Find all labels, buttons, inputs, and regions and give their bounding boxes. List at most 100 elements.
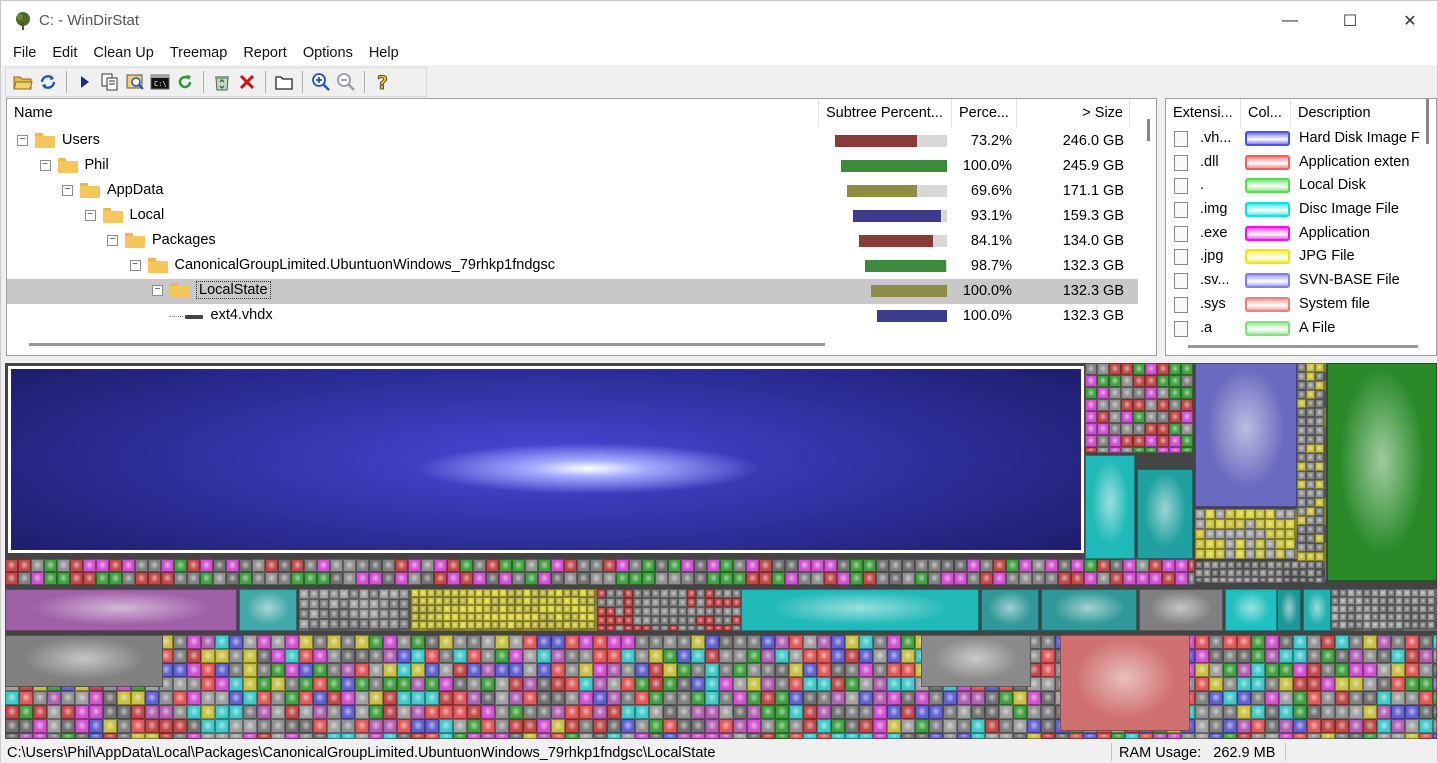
extension-row[interactable]: .jpg JPG File: [1166, 245, 1436, 269]
treemap-tile[interactable]: [669, 625, 678, 631]
treemap-tile[interactable]: [467, 663, 481, 677]
treemap-tile[interactable]: [579, 677, 593, 691]
treemap-tile[interactable]: [677, 649, 691, 663]
treemap-tile[interactable]: [135, 559, 148, 572]
treemap-tile[interactable]: [747, 691, 761, 705]
treemap-tile[interactable]: [607, 663, 621, 677]
treemap-tile[interactable]: [1027, 719, 1041, 733]
treemap-tile[interactable]: [1195, 569, 1203, 577]
treemap-tile[interactable]: [1223, 635, 1237, 649]
treemap-tile[interactable]: [1299, 561, 1307, 569]
treemap-tile[interactable]: [1297, 507, 1306, 516]
treemap-tile[interactable]: [239, 589, 297, 631]
treemap-tile[interactable]: [1363, 663, 1377, 677]
treemap-tile[interactable]: [1411, 597, 1419, 605]
treemap-tile[interactable]: [1324, 381, 1326, 390]
treemap-tile[interactable]: [531, 613, 539, 621]
treemap-tile[interactable]: [999, 733, 1013, 739]
treemap-tile[interactable]: [817, 691, 831, 705]
treemap-tile[interactable]: [531, 605, 539, 613]
treemap-tile[interactable]: [705, 705, 719, 719]
treemap-tile[interactable]: [1306, 381, 1315, 390]
treemap-tile[interactable]: [775, 733, 789, 739]
treemap-tile[interactable]: [509, 719, 523, 733]
treemap-tile[interactable]: [593, 719, 607, 733]
treemap-tile[interactable]: [733, 649, 747, 663]
treemap-tile[interactable]: [1097, 559, 1110, 572]
treemap-tile[interactable]: [587, 621, 595, 629]
treemap-tile[interactable]: [201, 719, 215, 733]
treemap-tile[interactable]: [1395, 605, 1403, 613]
treemap-tile[interactable]: [663, 691, 677, 705]
treemap-tile[interactable]: [304, 572, 317, 585]
treemap-tile[interactable]: [213, 559, 226, 572]
treemap-tile[interactable]: [1085, 375, 1097, 387]
treemap-tile[interactable]: [705, 733, 719, 739]
treemap-tile[interactable]: [761, 691, 775, 705]
treemap-tile[interactable]: [1387, 613, 1395, 621]
treemap-tile[interactable]: [1157, 411, 1169, 423]
treemap-tile[interactable]: [681, 572, 694, 585]
treemap-tile[interactable]: [642, 625, 651, 631]
treemap-tile[interactable]: [993, 572, 1006, 585]
treemap-tile[interactable]: [1387, 629, 1395, 631]
treemap-tile[interactable]: [785, 572, 798, 585]
treemap-tile[interactable]: [1433, 663, 1437, 677]
treemap-tile[interactable]: [313, 663, 327, 677]
treemap-tile[interactable]: [859, 733, 873, 739]
treemap-tile[interactable]: [714, 589, 723, 598]
treemap-tile[interactable]: [411, 629, 419, 631]
treemap-tile[interactable]: [408, 559, 421, 572]
treemap-tile[interactable]: [5, 589, 237, 631]
treemap-tile[interactable]: [1195, 663, 1209, 677]
treemap-tile[interactable]: [1297, 462, 1306, 471]
treemap-tile[interactable]: [215, 663, 229, 677]
treemap-tile[interactable]: [691, 733, 705, 739]
properties-icon[interactable]: [273, 71, 295, 93]
treemap-tile[interactable]: [1315, 561, 1323, 569]
treemap-tile[interactable]: [1315, 426, 1324, 435]
treemap-tile[interactable]: [1297, 543, 1306, 552]
treemap-tile[interactable]: [299, 589, 309, 599]
treemap-tile[interactable]: [453, 663, 467, 677]
treemap-tile[interactable]: [1133, 387, 1145, 399]
treemap-tile[interactable]: [1027, 691, 1041, 705]
treemap-tile[interactable]: [1097, 435, 1109, 447]
treemap-tile[interactable]: [775, 719, 789, 733]
treemap-tile[interactable]: [921, 635, 1031, 687]
treemap-tile[interactable]: [1195, 677, 1209, 691]
treemap-tile[interactable]: [1395, 589, 1403, 597]
treemap-tile[interactable]: [1071, 559, 1084, 572]
treemap-tile[interactable]: [1111, 733, 1125, 739]
treemap-tile[interactable]: [499, 597, 507, 605]
treemap-tile[interactable]: [635, 733, 649, 739]
treemap-tile[interactable]: [330, 572, 343, 585]
treemap-tile[interactable]: [257, 705, 271, 719]
treemap-tile[interactable]: [1145, 387, 1157, 399]
treemap-tile[interactable]: [1255, 539, 1265, 549]
treemap-tile[interactable]: [1145, 423, 1157, 435]
treemap-tile[interactable]: [1324, 435, 1326, 444]
treemap-tile[interactable]: [954, 559, 967, 572]
treemap-tile[interactable]: [453, 733, 467, 739]
treemap-tile[interactable]: [1379, 613, 1387, 621]
treemap-tile[interactable]: [967, 572, 980, 585]
treemap-tile[interactable]: [215, 719, 229, 733]
treemap-tile[interactable]: [1419, 649, 1433, 663]
treemap-tile[interactable]: [733, 677, 747, 691]
treemap-tile[interactable]: [1363, 589, 1371, 597]
treemap-tile[interactable]: [1219, 569, 1227, 577]
treemap-tile[interactable]: [649, 719, 663, 733]
treemap-tile[interactable]: [663, 677, 677, 691]
treemap-tile[interactable]: [451, 613, 459, 621]
treemap-tile[interactable]: [1133, 423, 1145, 435]
treemap-tile[interactable]: [148, 572, 161, 585]
treemap-tile[interactable]: [507, 597, 515, 605]
treemap-tile[interactable]: [159, 705, 173, 719]
treemap-tile[interactable]: [1060, 635, 1190, 731]
treemap-tile[interactable]: [537, 649, 551, 663]
treemap-tile[interactable]: [523, 677, 537, 691]
treemap-tile[interactable]: [649, 733, 663, 739]
treemap-tile[interactable]: [687, 616, 696, 625]
treemap-tile[interactable]: [1293, 705, 1307, 719]
